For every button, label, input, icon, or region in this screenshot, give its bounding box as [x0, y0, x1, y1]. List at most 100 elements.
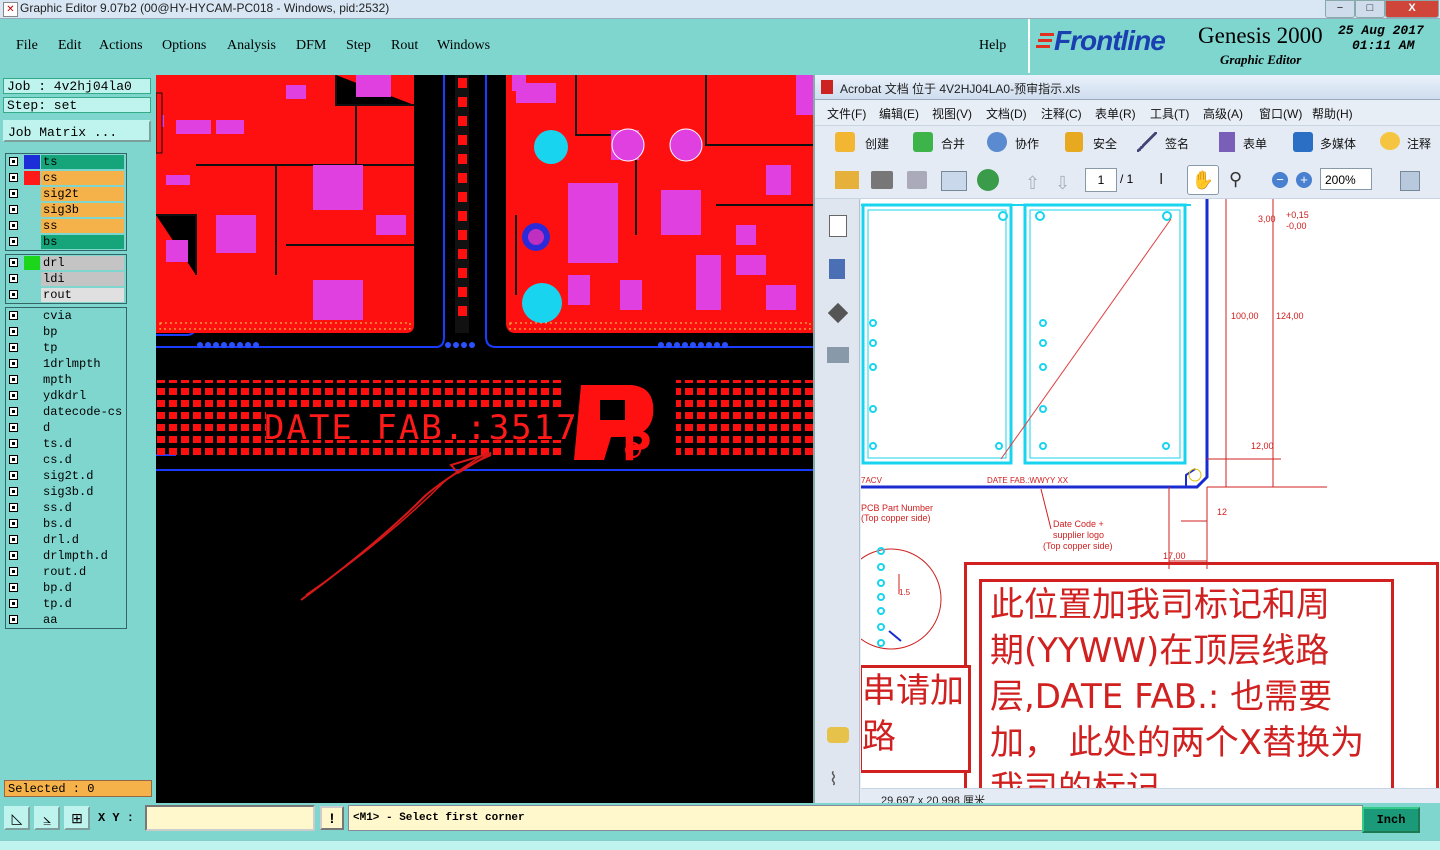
layer-affected-checkbox[interactable]	[9, 359, 18, 368]
layer-display-swatch[interactable]	[24, 389, 40, 403]
layer-affected-checkbox[interactable]	[9, 290, 18, 299]
menu-options[interactable]: Options	[162, 38, 206, 54]
bookmarks-icon[interactable]	[829, 259, 845, 279]
ac-menu-tools[interactable]: 工具(T)	[1150, 105, 1189, 122]
layer-row[interactable]: aa	[6, 612, 126, 628]
layer-display-swatch[interactable]	[24, 565, 40, 579]
pdf-document-view[interactable]: 3,00 +0,15 -0,00 100,00 124,00 12,00 12 …	[861, 199, 1440, 788]
zoom-area-icon[interactable]: ◺	[4, 806, 30, 830]
layer-row[interactable]: sig2t.d	[6, 468, 126, 484]
layer-display-swatch[interactable]	[24, 405, 40, 419]
layer-affected-checkbox[interactable]	[9, 615, 18, 624]
layer-display-swatch[interactable]	[24, 155, 40, 169]
layer-affected-checkbox[interactable]	[9, 551, 18, 560]
create-button[interactable]: 创建	[865, 135, 889, 152]
layer-affected-checkbox[interactable]	[9, 535, 18, 544]
layer-name[interactable]: 1drlmpth	[41, 357, 124, 371]
layer-name[interactable]: drl.d	[41, 533, 124, 547]
layer-row[interactable]: d	[6, 420, 126, 436]
ac-menu-view[interactable]: 视图(V)	[932, 105, 972, 122]
layer-row[interactable]: bs.d	[6, 516, 126, 532]
layer-affected-checkbox[interactable]	[9, 567, 18, 576]
layer-display-swatch[interactable]	[24, 357, 40, 371]
collaborate-button[interactable]: 协作	[1015, 135, 1039, 152]
layer-display-swatch[interactable]	[24, 341, 40, 355]
layer-affected-checkbox[interactable]	[9, 205, 18, 214]
layer-display-swatch[interactable]	[24, 533, 40, 547]
layer-name[interactable]: ts	[41, 155, 124, 169]
layer-display-swatch[interactable]	[24, 256, 40, 270]
forms-button[interactable]: 表单	[1243, 135, 1267, 152]
signatures-icon[interactable]	[827, 347, 849, 363]
layer-display-swatch[interactable]	[24, 219, 40, 233]
layer-name[interactable]: tp.d	[41, 597, 124, 611]
measure-icon[interactable]: ⦥	[34, 806, 60, 830]
print-icon[interactable]	[871, 171, 893, 189]
layer-row[interactable]: 1drlmpth	[6, 356, 126, 372]
layer-row[interactable]: drlmpth.d	[6, 548, 126, 564]
layer-name[interactable]: drl	[41, 256, 124, 270]
layer-row[interactable]: ldi	[6, 271, 126, 287]
layer-display-swatch[interactable]	[24, 453, 40, 467]
layer-name[interactable]: sig2t.d	[41, 469, 124, 483]
layer-row[interactable]: bs	[6, 234, 126, 250]
menu-analysis[interactable]: Analysis	[227, 38, 276, 54]
layer-affected-checkbox[interactable]	[9, 439, 18, 448]
zoom-in-icon[interactable]: +	[1296, 172, 1312, 188]
window-title-bar[interactable]: ✕ Graphic Editor 9.07b2 (00@HY-HYCAM-PC0…	[0, 0, 1440, 19]
layer-name[interactable]: ydkdrl	[41, 389, 124, 403]
layer-display-swatch[interactable]	[24, 272, 40, 286]
layer-row[interactable]: ydkdrl	[6, 388, 126, 404]
layer-name[interactable]: cs	[41, 171, 124, 185]
menu-actions[interactable]: Actions	[99, 38, 143, 54]
email-icon[interactable]	[941, 171, 967, 191]
layer-affected-checkbox[interactable]	[9, 258, 18, 267]
ac-menu-file[interactable]: 文件(F)	[827, 105, 866, 122]
layer-affected-checkbox[interactable]	[9, 487, 18, 496]
minimize-button[interactable]: −	[1325, 0, 1355, 18]
layer-row[interactable]: cvia	[6, 308, 126, 324]
layer-display-swatch[interactable]	[24, 613, 40, 627]
layer-name[interactable]: sig3b.d	[41, 485, 124, 499]
layer-affected-checkbox[interactable]	[9, 173, 18, 182]
next-page-icon[interactable]: ⇩	[1055, 173, 1070, 194]
layer-display-swatch[interactable]	[24, 517, 40, 531]
xy-input[interactable]	[145, 805, 315, 831]
layer-name[interactable]: bs.d	[41, 517, 124, 531]
hand-tool-icon[interactable]: ✋	[1187, 165, 1219, 195]
layer-affected-checkbox[interactable]	[9, 375, 18, 384]
prev-page-icon[interactable]: ⇧	[1025, 173, 1040, 194]
layer-display-swatch[interactable]	[24, 235, 40, 249]
comment-button[interactable]: 注释	[1407, 135, 1431, 152]
merge-button[interactable]: 合并	[941, 135, 965, 152]
fit-page-icon[interactable]	[1400, 171, 1420, 191]
layer-name[interactable]: bp	[41, 325, 124, 339]
ac-menu-window[interactable]: 窗口(W)	[1259, 105, 1302, 122]
layer-row[interactable]: ts.d	[6, 436, 126, 452]
layer-row[interactable]: cs	[6, 170, 126, 186]
layer-display-swatch[interactable]	[24, 581, 40, 595]
ac-menu-edit[interactable]: 编辑(E)	[879, 105, 919, 122]
layer-row[interactable]: drl.d	[6, 532, 126, 548]
sign-button[interactable]: 签名	[1165, 135, 1189, 152]
layer-row[interactable]: datecode-cs	[6, 404, 126, 420]
layer-row[interactable]: sig3b.d	[6, 484, 126, 500]
job-matrix-button[interactable]: Job Matrix ...	[3, 120, 151, 142]
menu-step[interactable]: Step	[346, 38, 371, 54]
layer-display-swatch[interactable]	[24, 187, 40, 201]
layer-display-swatch[interactable]	[24, 421, 40, 435]
menu-rout[interactable]: Rout	[391, 38, 418, 54]
layer-affected-checkbox[interactable]	[9, 343, 18, 352]
layer-display-swatch[interactable]	[24, 501, 40, 515]
ac-menu-forms[interactable]: 表单(R)	[1095, 105, 1136, 122]
save-icon[interactable]	[907, 171, 927, 189]
layer-name[interactable]: ldi	[41, 272, 124, 286]
layer-row[interactable]: ss.d	[6, 500, 126, 516]
layer-display-swatch[interactable]	[24, 373, 40, 387]
multimedia-button[interactable]: 多媒体	[1320, 135, 1356, 152]
acrobat-title-bar[interactable]: Acrobat 文档 位于 4V2HJ04LA0-预审指示.xls	[815, 75, 1440, 100]
warning-icon[interactable]: !	[320, 806, 344, 830]
layer-row[interactable]: rout.d	[6, 564, 126, 580]
layers-icon[interactable]	[827, 302, 849, 324]
layer-row[interactable]: tp	[6, 340, 126, 356]
